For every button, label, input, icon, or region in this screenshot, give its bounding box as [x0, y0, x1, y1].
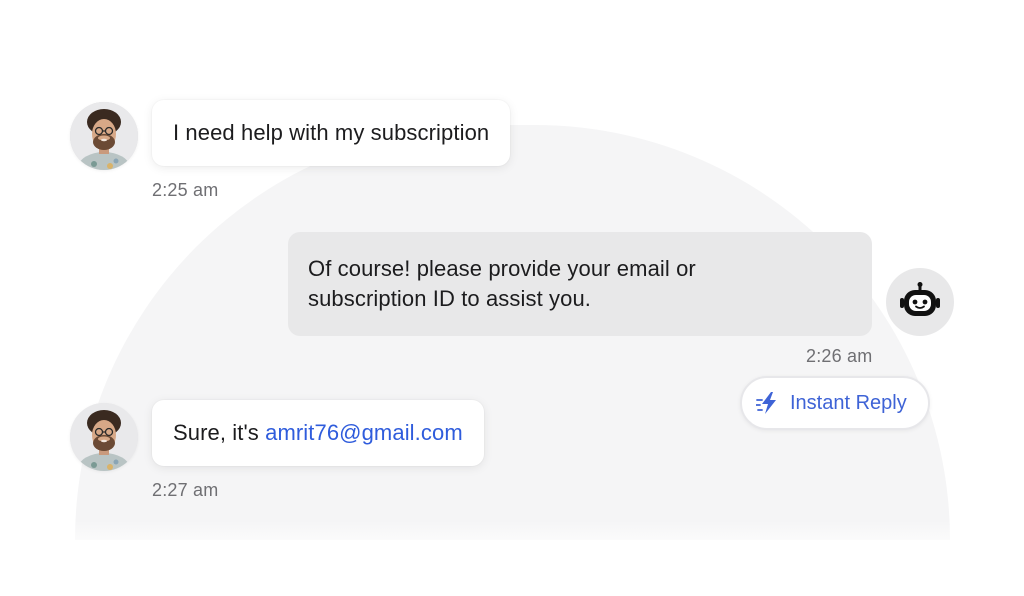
message-text-line: Of course! please provide your email or	[308, 256, 696, 281]
email-link[interactable]: amrit76@gmail.com	[265, 420, 463, 445]
user-avatar-photo	[70, 102, 138, 170]
user-avatar	[70, 102, 138, 170]
user-avatar-photo	[70, 403, 138, 471]
bot-avatar	[886, 268, 954, 336]
message-bubble-user: Sure, it's amrit76@gmail.com	[152, 400, 484, 466]
message-text-prefix: Sure, it's	[173, 420, 266, 445]
instant-reply-button[interactable]: Instant Reply	[740, 376, 930, 430]
user-avatar	[70, 403, 138, 471]
background-fade	[60, 520, 965, 596]
message-timestamp: 2:26 am	[806, 346, 873, 366]
chat-illustration: I need help with my subscription 2:25 am…	[0, 0, 1024, 596]
message-timestamp: 2:27 am	[152, 480, 219, 500]
message-bubble-bot: Of course! please provide your email or …	[288, 232, 872, 336]
lightning-bolt-icon	[756, 392, 776, 414]
robot-icon	[900, 282, 940, 316]
message-text-line: subscription ID to assist you.	[308, 286, 592, 311]
instant-reply-label: Instant Reply	[790, 391, 907, 414]
message-bubble-user: I need help with my subscription	[152, 100, 511, 166]
message-timestamp: 2:25 am	[152, 180, 219, 200]
message-text: I need help with my subscription	[173, 120, 490, 145]
